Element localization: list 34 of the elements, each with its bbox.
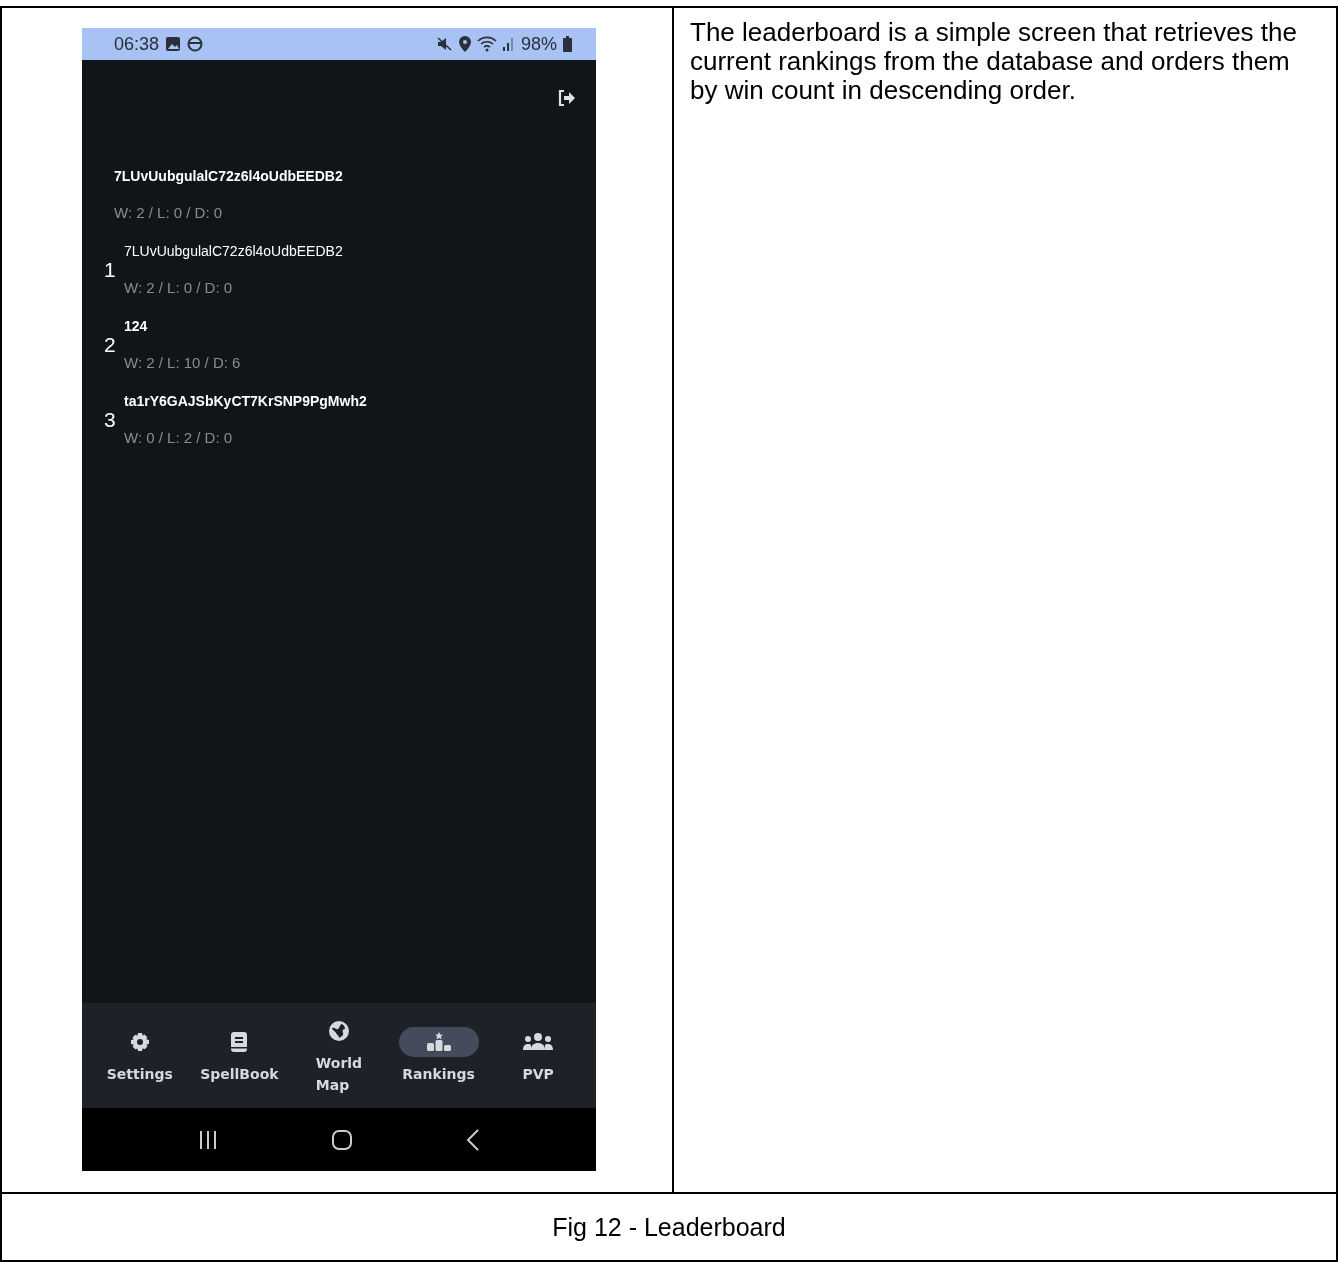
rank-number: 2 xyxy=(104,332,116,357)
globe-icon xyxy=(328,1019,350,1042)
recents-icon[interactable] xyxy=(198,1129,219,1150)
nav-tab[interactable]: PVP xyxy=(498,1026,579,1085)
clock-text: 06:38 xyxy=(114,33,160,55)
nav-tab[interactable]: Settings xyxy=(99,1026,180,1085)
podium-icon xyxy=(425,1031,452,1052)
rank-number: 3 xyxy=(104,407,116,432)
description-text: The leaderboard is a simple screen that retrieves the current rankings from the database and orders them by win count in descending order. xyxy=(690,18,1298,105)
home-icon[interactable] xyxy=(331,1128,353,1151)
back-icon[interactable] xyxy=(465,1128,480,1151)
logout-icon[interactable] xyxy=(558,90,576,106)
ranking-name: 124 xyxy=(124,318,149,334)
mute-icon xyxy=(436,36,453,52)
battery-icon xyxy=(563,36,572,52)
wifi-icon xyxy=(476,36,497,52)
nav-tab[interactable]: SpellBook xyxy=(199,1026,280,1085)
player-record: W: 2 / L: 0 / D: 0 xyxy=(114,204,224,221)
book-icon xyxy=(229,1030,250,1053)
image-icon xyxy=(165,36,182,52)
ranking-record: W: 0 / L: 2 / D: 0 xyxy=(124,429,234,446)
ranking-name: 7LUvUubgulalC72z6l4oUdbEEDB2 xyxy=(124,243,343,259)
rank-number: 1 xyxy=(104,257,116,282)
player-name: 7LUvUubgulalC72z6l4oUdbEEDB2 xyxy=(114,168,344,184)
nav-tab[interactable]: World Map xyxy=(299,1015,379,1096)
battery-text: 98% xyxy=(520,33,557,55)
location-icon xyxy=(458,36,471,52)
settings-icon xyxy=(129,1031,150,1052)
ranking-record: W: 2 / L: 0 / D: 0 xyxy=(124,279,234,296)
ranking-name: ta1rY6GAJSbKyCT7KrSNP9PgMwh2 xyxy=(124,393,367,409)
group-icon xyxy=(522,1031,555,1052)
ranking-record: W: 2 / L: 10 / D: 6 xyxy=(124,354,241,371)
figure-caption: Fig 12 - Leaderboard xyxy=(552,1212,786,1242)
signal-icon xyxy=(502,37,515,51)
